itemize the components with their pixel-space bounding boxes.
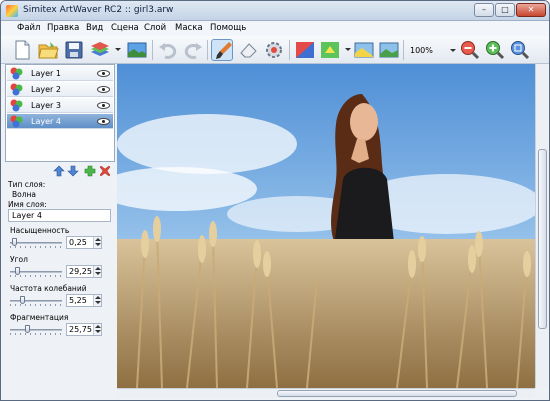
slider-ticks: [10, 275, 62, 277]
layer-label: Layer 3: [31, 101, 61, 110]
layer-row[interactable]: Layer 2: [7, 82, 113, 97]
image-adjust-icon[interactable]: [353, 39, 375, 61]
app-logo-icon: [6, 5, 18, 17]
side-panel: Layer 1 Layer 2 Layer 3 Layer 4 Тип слоя…: [5, 64, 115, 392]
layer-type-label: Тип слоя:: [8, 180, 46, 189]
layer-row[interactable]: Layer 1: [7, 66, 113, 81]
menu-file[interactable]: Файл: [17, 23, 40, 33]
delete-layer-icon[interactable]: [99, 165, 111, 177]
saturation-slider[interactable]: [10, 238, 62, 248]
menu-help[interactable]: Помощь: [210, 23, 246, 33]
angle-slider[interactable]: [10, 267, 62, 277]
frequency-spinner[interactable]: [93, 295, 101, 306]
layer-name-input[interactable]: Layer 4: [8, 209, 111, 222]
zoom-select[interactable]: 100%: [407, 44, 457, 58]
maximize-button[interactable]: □: [495, 3, 515, 17]
frequency-slider[interactable]: [10, 296, 62, 306]
fragmentation-label: Фрагментация: [10, 313, 69, 322]
layer-row[interactable]: Layer 3: [7, 98, 113, 113]
slider-track: [10, 329, 62, 331]
add-layer-icon[interactable]: [84, 165, 96, 177]
layers-list: Layer 1 Layer 2 Layer 3 Layer 4: [5, 64, 115, 162]
menu-edit[interactable]: Правка: [47, 23, 79, 33]
saturation-spinner[interactable]: [93, 237, 101, 248]
layer-row-selected[interactable]: Layer 4: [7, 114, 113, 129]
filter-icon[interactable]: [294, 39, 316, 61]
slider-thumb[interactable]: [15, 267, 20, 275]
toolbar-separator: [207, 40, 208, 60]
undo-icon[interactable]: [157, 39, 179, 61]
image-transform-icon[interactable]: [378, 39, 400, 61]
effect-dropdown-arrow-icon[interactable]: [345, 48, 351, 51]
settings-icon[interactable]: [263, 39, 285, 61]
layer-label: Layer 1: [31, 69, 61, 78]
layer-label: Layer 2: [31, 85, 61, 94]
image-canvas[interactable]: [117, 64, 535, 388]
layers-dropdown-arrow-icon[interactable]: [115, 48, 121, 51]
eye-icon[interactable]: [97, 86, 110, 93]
layer-tools: [49, 165, 115, 179]
eraser-icon[interactable]: [237, 39, 259, 61]
angle-spinner[interactable]: [93, 266, 101, 277]
image-icon[interactable]: [126, 39, 148, 61]
eye-icon[interactable]: [97, 102, 110, 109]
zoom-fit-icon[interactable]: [509, 39, 531, 61]
toolbar-separator: [403, 40, 404, 60]
slider-track: [10, 242, 62, 244]
effect-icon[interactable]: [319, 39, 341, 61]
layer-type-value: Волна: [12, 190, 37, 199]
brush-icon[interactable]: [211, 39, 233, 61]
horizontal-scrollbar[interactable]: [117, 388, 535, 398]
window-title: Simitex ArtWaver RC2 :: girl3.arw: [23, 5, 174, 15]
menu-mask[interactable]: Маска: [175, 23, 203, 33]
zoom-value: 100%: [410, 46, 433, 55]
layer-label: Layer 4: [31, 117, 61, 126]
app-window: Simitex ArtWaver RC2 :: girl3.arw – □ ✕ …: [0, 0, 550, 401]
slider-track: [10, 300, 62, 302]
slider-thumb[interactable]: [12, 238, 17, 246]
zoom-dropdown-arrow-icon: [450, 49, 456, 52]
slider-ticks: [10, 304, 62, 306]
saturation-label: Насыщенность: [10, 226, 70, 235]
zoom-in-icon[interactable]: [484, 39, 506, 61]
layer-balls-icon: [10, 99, 23, 112]
zoom-out-icon[interactable]: [459, 39, 481, 61]
fragmentation-spinner[interactable]: [93, 324, 101, 335]
redo-icon[interactable]: [182, 39, 204, 61]
move-down-icon[interactable]: [67, 165, 79, 177]
horizontal-scroll-thumb[interactable]: [277, 390, 517, 397]
title-bar[interactable]: Simitex ArtWaver RC2 :: girl3.arw – □ ✕: [1, 1, 549, 21]
menu-bar: Файл Правка Вид Сцена Слой Маска Помощь: [1, 21, 549, 36]
frequency-label: Частота колебаний: [10, 284, 87, 293]
slider-ticks: [10, 333, 62, 335]
toolbar: 100%: [1, 36, 549, 64]
toolbar-separator: [289, 40, 290, 60]
eye-icon[interactable]: [97, 70, 110, 77]
fragmentation-slider[interactable]: [10, 325, 62, 335]
open-folder-icon[interactable]: [37, 39, 59, 61]
layers-stack-icon[interactable]: [89, 39, 111, 61]
layer-balls-icon: [10, 83, 23, 96]
angle-label: Угол: [10, 255, 28, 264]
eye-icon[interactable]: [97, 118, 110, 125]
new-file-icon[interactable]: [11, 39, 33, 61]
close-button[interactable]: ✕: [516, 3, 546, 17]
toolbar-separator: [152, 40, 153, 60]
menu-scene[interactable]: Сцена: [111, 23, 139, 33]
menu-view[interactable]: Вид: [86, 23, 103, 33]
vertical-scrollbar[interactable]: [535, 64, 548, 388]
photo-girl-in-wheat-field: [117, 64, 535, 388]
slider-ticks: [10, 246, 62, 248]
menu-layer[interactable]: Слой: [144, 23, 166, 33]
vertical-scroll-thumb[interactable]: [538, 149, 547, 329]
save-icon[interactable]: [63, 39, 85, 61]
layer-name-label: Имя слоя:: [8, 200, 47, 209]
slider-thumb[interactable]: [25, 325, 30, 333]
slider-thumb[interactable]: [20, 296, 25, 304]
minimize-button[interactable]: –: [474, 3, 494, 17]
move-up-icon[interactable]: [53, 165, 65, 177]
layer-balls-icon: [10, 67, 23, 80]
layer-balls-icon: [10, 115, 23, 128]
